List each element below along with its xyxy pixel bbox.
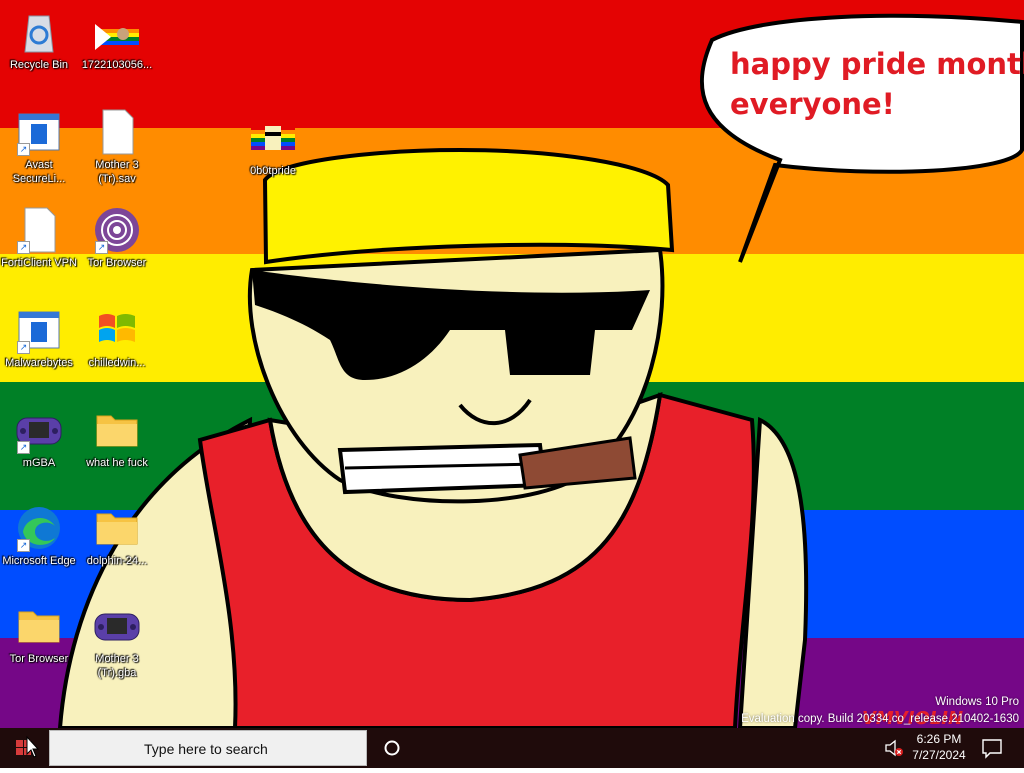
folder-icon <box>15 602 63 650</box>
blank-file-icon: ↗ <box>15 206 63 254</box>
gba-icon <box>93 602 141 650</box>
shortcut-arrow-icon: ↗ <box>95 241 108 254</box>
notification-icon <box>982 739 1002 759</box>
desktop-icon-label: Avast SecureLi... <box>12 159 66 185</box>
watermark-build: Evaluation copy. Build 20334.co_release.… <box>741 713 1019 725</box>
desktop-icon-recycle-bin[interactable]: Recycle Bin <box>0 8 78 72</box>
desktop-icon-folder-dolphin[interactable]: dolphin-24... <box>78 504 156 568</box>
installer-icon: ↗ <box>15 306 63 354</box>
start-button[interactable] <box>0 728 48 768</box>
desktop-icon-avast-secureline[interactable]: ↗ Avast SecureLi... <box>0 108 78 186</box>
cortana-button[interactable] <box>368 728 416 768</box>
desktop-icon-folder-what-he-fuck[interactable]: what he fuck <box>78 406 156 470</box>
desktop-icon-folder-tor-browser[interactable]: Tor Browser <box>0 602 78 666</box>
blank-file-icon <box>93 108 141 156</box>
desktop-icon-label: 1722103056... <box>81 59 153 71</box>
desktop-icon-label: Tor Browser <box>87 257 147 269</box>
gba-icon: ↗ <box>15 406 63 454</box>
recycle-bin-icon <box>15 8 63 56</box>
desktop-icon-label: Recycle Bin <box>9 59 69 71</box>
desktop-icon-microsoft-edge[interactable]: ↗ Microsoft Edge <box>0 504 78 568</box>
shortcut-arrow-icon: ↗ <box>17 441 30 454</box>
desktop-icon-label: mGBA <box>22 457 56 469</box>
desktop-icon-label: Mother 3 (Tr).gba <box>95 653 139 679</box>
shortcut-arrow-icon: ↗ <box>17 143 30 156</box>
volume-muted-button[interactable] <box>882 736 906 760</box>
desktop-icon-label: 0b0tpride <box>250 165 296 177</box>
desktop-icon-label: Tor Browser <box>9 653 69 665</box>
desktop-icon-label: Mother 3 (Tr).sav <box>95 159 139 185</box>
desktop-icon-label: FortiClient VPN <box>1 257 77 269</box>
clock-time: 6:26 PM <box>916 732 962 746</box>
folder-icon <box>93 406 141 454</box>
tor-icon: ↗ <box>93 206 141 254</box>
desktop-icon-chilledwin[interactable]: chilledwin... <box>78 306 156 370</box>
windows-logo-icon <box>16 735 40 758</box>
cortana-circle-icon <box>384 740 400 756</box>
hair <box>262 147 675 265</box>
taskbar: Type here to search 6:26 PM 7/27/2024 <box>0 728 1024 768</box>
desktop-icon-malwarebytes[interactable]: ↗ Malwarebytes <box>0 306 78 370</box>
speaker-muted-icon <box>885 739 903 757</box>
desktop-icon-tor-browser[interactable]: ↗ Tor Browser <box>78 206 156 270</box>
desktop-icon-mother3-sav[interactable]: Mother 3 (Tr).sav <box>78 108 156 186</box>
shortcut-arrow-icon: ↗ <box>17 341 30 354</box>
desktop-icon-label: what he fuck <box>86 457 148 469</box>
taskbar-search-box[interactable]: Type here to search <box>49 730 367 766</box>
desktop-icon-mother3-gba[interactable]: Mother 3 (Tr).gba <box>78 602 156 680</box>
desktop-icon-label: Malwarebytes <box>5 357 73 369</box>
shortcut-arrow-icon: ↗ <box>17 241 30 254</box>
image-file-icon <box>249 114 297 162</box>
action-center-button[interactable] <box>980 736 1004 760</box>
windows-flag-icon <box>93 306 141 354</box>
taskbar-clock[interactable]: 6:26 PM 7/27/2024 <box>906 731 972 763</box>
desktop-icon-image-1722103056[interactable]: 1722103056... <box>78 8 156 72</box>
speech-bubble-line2: everyone! <box>730 87 895 121</box>
clock-date: 7/27/2024 <box>912 748 966 762</box>
desktop-icon-label: dolphin-24... <box>86 555 148 567</box>
desktop-icon-label: Microsoft Edge <box>2 555 76 567</box>
shortcut-arrow-icon: ↗ <box>17 539 30 552</box>
folder-icon <box>93 504 141 552</box>
desktop-icon-label: chilledwin... <box>88 357 146 369</box>
installer-icon: ↗ <box>15 108 63 156</box>
speech-bubble-line1: happy pride month <box>730 47 1024 81</box>
desktop-icon-0b0tpride[interactable]: 0b0tpride <box>234 114 312 178</box>
desktop-icon-mgba[interactable]: ↗ mGBA <box>0 406 78 470</box>
windows-watermark: Windows 10 Pro Evaluation copy. Build 20… <box>741 694 1019 728</box>
search-placeholder: Type here to search <box>144 741 268 757</box>
desktop-icon-forticlient-vpn[interactable]: ↗ FortiClient VPN <box>0 206 78 270</box>
edge-icon: ↗ <box>15 504 63 552</box>
watermark-edition: Windows 10 Pro <box>935 696 1019 708</box>
image-file-icon <box>93 8 141 56</box>
